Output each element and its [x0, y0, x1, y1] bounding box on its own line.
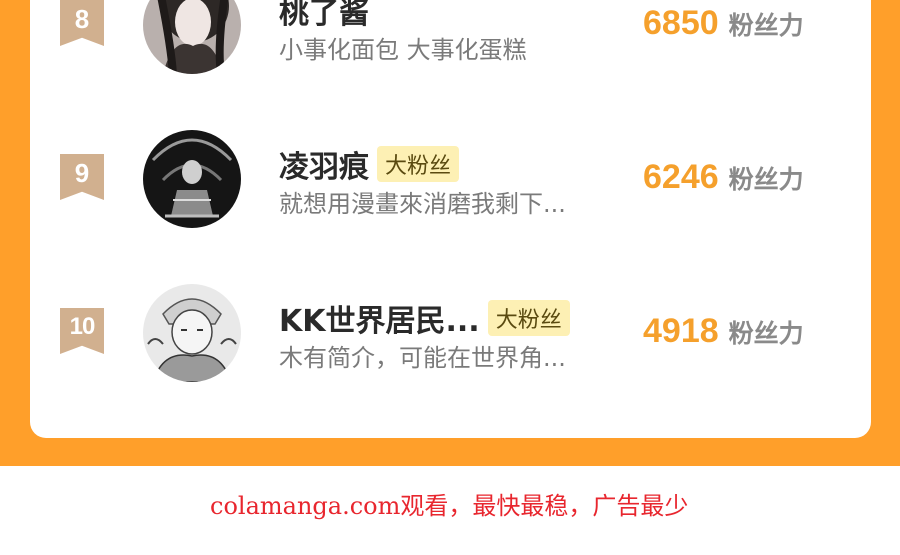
leaderboard-row[interactable]: 9 凌羽痕 大粉丝 就想用漫畫來消磨我剩下... 6246 粉丝力: [30, 130, 871, 240]
fan-score-label: 粉丝力: [728, 11, 804, 40]
user-bio: 就想用漫畫來消磨我剩下...: [279, 190, 566, 218]
user-name-text[interactable]: 桃了酱: [279, 0, 369, 31]
rank-ribbon: 8: [60, 0, 104, 46]
fan-score-value: 6246: [643, 158, 719, 196]
user-name-text[interactable]: 凌羽痕: [279, 150, 369, 185]
user-name[interactable]: KK世界居民... 大粉丝: [279, 296, 570, 340]
leaderboard-card: 8 桃了酱 小事化面包 大事化蛋糕 6850 粉丝力 9 凌羽痕 大粉丝 就想用…: [30, 0, 871, 438]
fan-score: 4918 粉丝力: [643, 312, 804, 351]
user-name[interactable]: 凌羽痕 大粉丝: [279, 142, 460, 186]
fan-score: 6246 粉丝力: [643, 158, 804, 197]
fan-score-label: 粉丝力: [728, 165, 804, 194]
fan-score: 6850 粉丝力: [643, 4, 804, 43]
avatar[interactable]: [143, 284, 241, 382]
big-fan-badge: 大粉丝: [377, 146, 460, 182]
fan-score-value: 4918: [643, 312, 719, 350]
big-fan-badge: 大粉丝: [487, 300, 570, 336]
user-name-text[interactable]: KK世界居民...: [279, 304, 480, 339]
leaderboard-row[interactable]: 8 桃了酱 小事化面包 大事化蛋糕 6850 粉丝力: [30, 0, 871, 90]
fan-score-value: 6850: [643, 4, 719, 42]
rank-ribbon: 10: [60, 308, 104, 354]
user-bio: 木有简介，可能在世界角...: [279, 344, 566, 372]
user-bio: 小事化面包 大事化蛋糕: [279, 36, 527, 64]
avatar[interactable]: [143, 0, 241, 74]
fan-score-label: 粉丝力: [728, 319, 804, 348]
user-name[interactable]: 桃了酱: [279, 0, 369, 32]
footer: colamanga.com观看，最快最稳，广告最少: [0, 466, 900, 555]
leaderboard-row[interactable]: 10 KK世界居民... 大粉丝 木有简介，可能在世界角... 4918 粉丝力: [30, 284, 871, 394]
footer-watermark-text: colamanga.com观看，最快最稳，广告最少: [210, 492, 689, 520]
avatar[interactable]: [143, 130, 241, 228]
rank-ribbon: 9: [60, 154, 104, 200]
